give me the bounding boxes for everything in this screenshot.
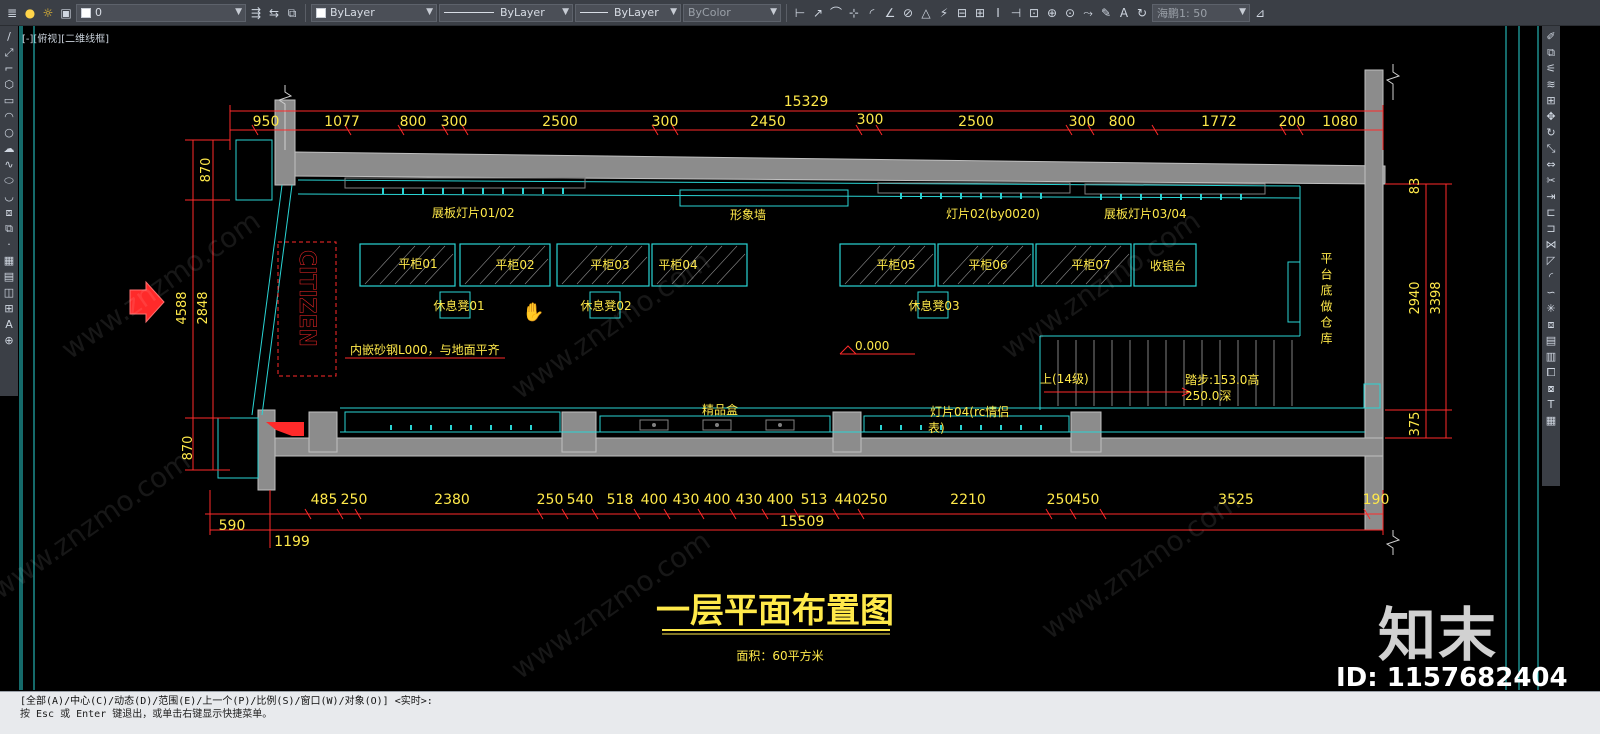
svg-text:www.znzmo.com: www.znzmo.com [1035,484,1246,646]
bottom-dim: 450 [1073,492,1100,508]
bottom-dim: 540 [567,492,594,508]
bottom-dim: 400 [767,492,794,508]
stool-label: 休息凳01 [433,298,484,313]
cad-application: ≣ ● ☼ ▣ 0 ▼ ⇶ ⇆ ⧉ ByLayer ▼ ByLayer ▼ By… [0,0,1600,734]
right-dim: 3398 [1429,281,1444,314]
svg-text:www.znzmo.com: www.znzmo.com [55,204,266,366]
right-dim: 375 [1408,412,1423,437]
top-dim: 2450 [750,114,786,130]
top-dim: 1772 [1201,114,1237,130]
brand-logo-text: CITIZEN [294,250,319,347]
bottom-dim: 400 [704,492,731,508]
top-dim: 1080 [1322,114,1358,130]
drawing-title: 一层平面布置图 [656,591,894,631]
command-history-line: [全部(A)/中心(C)/动态(D)/范围(E)/上一个(P)/比例(S)/窗口… [20,696,433,707]
bottom-dim: 513 [801,492,828,508]
command-line[interactable]: [全部(A)/中心(C)/动态(D)/范围(E)/上一个(P)/比例(S)/窗口… [0,691,1600,734]
svg-text:www.znzmo.com: www.znzmo.com [995,204,1206,366]
counter-label: 平柜03 [590,258,629,272]
top-total-dim: 15329 [784,94,829,110]
top-dim: 300 [1069,114,1096,130]
right-dim: 83 [1408,178,1423,195]
counter-label: 平柜05 [876,258,915,272]
interior-lines [217,139,1381,479]
stools [439,291,949,319]
annotations: 展板灯片01/02 形象墙 灯片02(by0020) 展板灯片03/04 内嵌砂… [350,206,1259,435]
watermark-id: ID: 1157682404 [1336,663,1568,693]
walls [257,69,1386,531]
bottom-dim: 190 [1363,492,1390,508]
extra-dim: 590 [219,518,246,534]
top-dim: 300 [441,114,468,130]
bottom-dim: 2210 [950,492,986,508]
svg-text:www.znzmo.com: www.znzmo.com [0,444,196,606]
gift-box-markers [639,419,795,431]
bottom-dim: 250 [537,492,564,508]
bottom-dim: 250 [1047,492,1074,508]
top-dim: 800 [1109,114,1136,130]
stool-label: 休息凳03 [908,298,959,313]
top-dim: 2500 [542,114,578,130]
left-dim: 4588 [175,291,190,324]
bottom-dim: 2380 [434,492,470,508]
top-dim: 800 [400,114,427,130]
watermark-logo: 知末 [1378,601,1499,669]
light-04-label: 灯片04(rc情侣 [930,404,1009,419]
top-dim: 200 [1279,114,1306,130]
drawing-canvas[interactable]: 15329 950 1077 800 300 2500 300 2450 300… [0,0,1600,690]
bottom-dim: 430 [736,492,763,508]
bottom-dim: 485 [311,492,338,508]
image-wall-label: 形象墙 [730,208,766,222]
pan-hand-cursor-icon: ✋ [522,301,544,323]
counter-label: 平柜02 [495,258,534,272]
bottom-dim: 400 [641,492,668,508]
bottom-dim: 440 [835,492,862,508]
left-dim: 2848 [196,291,211,324]
level-label: 0.000 [855,339,889,353]
extra-dim: 1199 [274,534,310,550]
light-04-label-2: 表) [928,421,945,435]
gift-box-label: 精品盒 [702,402,738,417]
top-rack-hooks [382,188,1242,430]
steel-note: 内嵌砂钢L000，与地面平齐 [350,342,500,357]
step-depth-label: 250.0深 [1185,389,1231,403]
bottom-dim: 250 [861,492,888,508]
right-dim: 2940 [1408,281,1423,314]
drawing-subtitle: 面积：60平方米 [736,648,823,663]
left-dim: 870 [199,158,214,183]
panel-light-label-1: 展板灯片01/02 [432,206,515,220]
stair-arrow [1044,387,1192,397]
top-dim: 300 [652,114,679,130]
bottom-dim: 518 [607,492,634,508]
stairs-up-label: 上(14级) [1040,372,1089,386]
top-dim: 1077 [324,114,360,130]
top-dim: 2500 [958,114,994,130]
step-size-label: 踏步:153.0高 [1185,372,1259,387]
bottom-dim: 250 [341,492,368,508]
command-prompt-line: 按 Esc 或 Enter 键退出，或单击右键显示快捷菜单。 [20,709,273,720]
top-dim: 950 [253,114,280,130]
storage-label: 平台底做仓库 [1319,252,1333,348]
top-dim: 300 [857,112,884,128]
bottom-total-dim: 15509 [780,514,825,530]
counter-label: 平柜01 [398,257,437,271]
counter-label: 平柜06 [968,258,1007,272]
light-02-label: 灯片02(by0020) [946,207,1040,221]
bottom-dim: 430 [673,492,700,508]
vertical-dimension-text: 870 4588 2848 870 83 2940 3398 375 [175,158,1444,461]
